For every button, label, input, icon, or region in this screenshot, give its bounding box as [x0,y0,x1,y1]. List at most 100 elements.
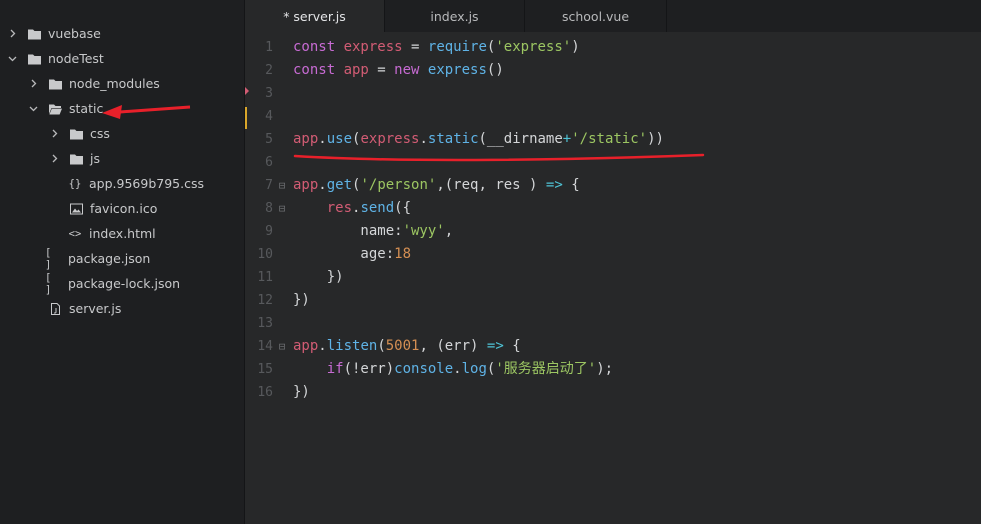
tree-item-package-lock-json[interactable]: [ ] package-lock.json [0,271,271,296]
code-text: name:'wyy', [293,220,453,243]
code-token: = [368,62,395,78]
code-line[interactable]: 2 const app = new express() [245,59,981,82]
code-line[interactable]: 8 ⊟ res.send({ [245,197,981,220]
code-token: '/static' [571,131,648,147]
code-token: (__dirname [478,131,563,147]
image-file-icon [69,202,83,216]
fold-toggle-icon[interactable]: ⊟ [277,335,287,358]
tree-item-label: package.json [68,251,151,266]
code-token: . [318,338,327,354]
code-token: 5001 [385,338,420,354]
code-line[interactable]: 16}) [245,381,981,404]
line-number: 13 [257,316,273,331]
code-text: const app = new express() [293,59,504,82]
code-token: app [343,62,369,78]
code-line[interactable]: 9 name:'wyy', [245,220,981,243]
tab-school-vue[interactable]: school.vue [525,0,667,32]
tree-item-label: package-lock.json [68,276,181,291]
code-token: => [545,177,563,193]
red-annotation-arrow-icon [102,105,191,119]
code-token: 'express' [495,39,572,55]
code-token: )) [647,131,664,147]
tab-server-js[interactable]: * server.js [245,0,385,32]
code-line[interactable]: 11 }) [245,266,981,289]
code-text: app.get('/person',(req, res ) => { [293,174,580,197]
code-token: new [394,62,428,78]
code-token: . [419,131,428,147]
code-line[interactable]: 12}) [245,289,981,312]
code-token: const [293,39,344,55]
code-text: }) [293,381,310,404]
tree-item-server-js[interactable]: server.js [0,296,271,321]
code-line[interactable]: 5 app.use(express.static(__dirname+'/stat… [245,128,981,151]
line-number: 4 [265,109,273,124]
line-number: 8 [265,201,273,216]
code-token: '服务器启动了' [495,361,597,377]
code-line[interactable]: 14 ⊟ app.listen(5001, (err) => { [245,335,981,358]
code-line[interactable]: 7 ⊟ app.get('/person',(req, res ) => { [245,174,981,197]
code-line[interactable]: 15 if(!err)console.log('服务器启动了'); [245,358,981,381]
code-line[interactable]: 4 [245,105,981,128]
code-line[interactable]: 1 const express = require('express') [245,36,981,59]
code-token: express [343,39,403,55]
code-text: age:18 [293,243,411,266]
tree-item-package-json[interactable]: [ ] package.json [0,246,271,271]
line-number: 7 [265,178,273,193]
code-token: , [444,223,454,239]
fold-toggle-icon[interactable]: ⊟ [277,197,287,220]
code-token: ); [596,361,614,377]
line-number: 2 [265,63,273,78]
tab-index-js[interactable]: index.js [385,0,525,32]
code-token: send [360,200,395,216]
code-text: app.use(express.static(__dirname+'/stati… [293,128,664,151]
line-number: 6 [265,155,273,170]
code-token: () [486,62,504,78]
code-token: get [326,177,353,193]
line-number: 3 [265,86,273,101]
code-line[interactable]: 13 [245,312,981,335]
tree-item-label: app.9569b795.css [89,176,204,191]
code-token: express [360,131,420,147]
code-token: ,(req, res ) [436,177,546,193]
tree-item-label: server.js [69,301,122,316]
red-annotation-underline [293,153,705,162]
code-line[interactable]: 3 [245,82,981,105]
code-token: ( [377,338,386,354]
code-token: { [562,177,580,193]
json-file-icon: [ ] [45,246,52,271]
code-token: require [427,39,487,55]
tab-bar: * server.js index.js school.vue [245,0,981,32]
code-text: res.send({ [293,197,411,220]
json-file-icon: [ ] [45,271,52,296]
code-token: express [427,62,487,78]
line-number: 1 [265,40,273,55]
code-token: '/person' [360,177,437,193]
code-token: res [326,200,353,216]
code-token: app [293,131,319,147]
code-token: age: [293,246,395,262]
code-line[interactable]: 10 age:18 [245,243,981,266]
folder-icon [69,152,83,166]
code-token: . [453,361,462,377]
tree-item-label: js [90,151,100,166]
code-text: const express = require('express') [293,36,580,59]
code-token: (!err) [343,361,395,377]
code-text: }) [293,289,310,312]
tree-item-label: index.html [89,226,156,241]
code-text: app.listen(5001, (err) => { [293,335,521,358]
code-token: = [402,39,428,55]
chevron-right-icon[interactable] [48,153,60,165]
code-token: if [326,361,344,377]
code-token: ({ [394,200,412,216]
code-token: use [326,131,353,147]
line-number: 10 [257,247,273,262]
line-number: 9 [265,224,273,239]
css-file-icon: {} [68,177,82,190]
code-token: app [293,177,319,193]
fold-toggle-icon[interactable]: ⊟ [277,174,287,197]
